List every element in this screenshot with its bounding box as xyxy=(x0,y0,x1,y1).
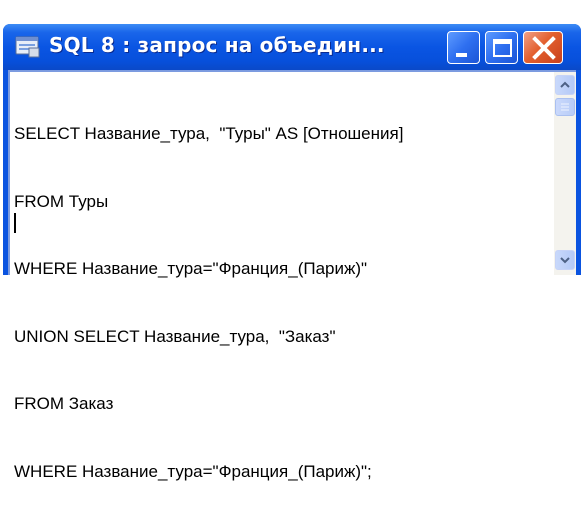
minimize-button[interactable] xyxy=(447,31,480,64)
sql-editor[interactable]: SELECT Название_тура, "Туры" AS [Отношен… xyxy=(8,70,576,481)
sql-text-area[interactable]: SELECT Название_тура, "Туры" AS [Отношен… xyxy=(14,78,403,528)
grip-icon xyxy=(561,103,569,111)
scroll-down-button[interactable] xyxy=(555,250,575,270)
scroll-up-button[interactable] xyxy=(555,75,575,95)
close-icon xyxy=(532,36,556,60)
scroll-thumb[interactable] xyxy=(555,98,575,116)
sql-line: FROM Заказ xyxy=(14,394,114,413)
query-window: SQL 8 : запрос на объедин... SELECT Назв… xyxy=(3,24,581,481)
title-bar[interactable]: SQL 8 : запрос на объедин... xyxy=(3,24,581,70)
maximize-icon xyxy=(493,39,512,57)
sql-line: SELECT Название_тура, "Туры" AS [Отношен… xyxy=(14,124,404,143)
sql-line: WHERE Название_тура="Франция_(Париж)"; xyxy=(14,461,372,481)
sql-line: UNION SELECT Название_тура, "Заказ" xyxy=(14,326,336,346)
window-title: SQL 8 : запрос на объедин... xyxy=(49,33,385,57)
text-caret xyxy=(14,213,16,233)
vertical-scrollbar[interactable] xyxy=(554,72,576,275)
chevron-up-icon xyxy=(560,81,570,88)
sql-line: FROM Туры xyxy=(14,191,109,211)
sql-line: WHERE Название_тура="Франция_(Париж)" xyxy=(14,259,368,278)
query-icon[interactable] xyxy=(15,36,41,58)
close-button[interactable] xyxy=(523,31,563,64)
chevron-down-icon xyxy=(560,257,570,264)
minimize-icon xyxy=(456,53,467,57)
maximize-button[interactable] xyxy=(485,31,518,64)
